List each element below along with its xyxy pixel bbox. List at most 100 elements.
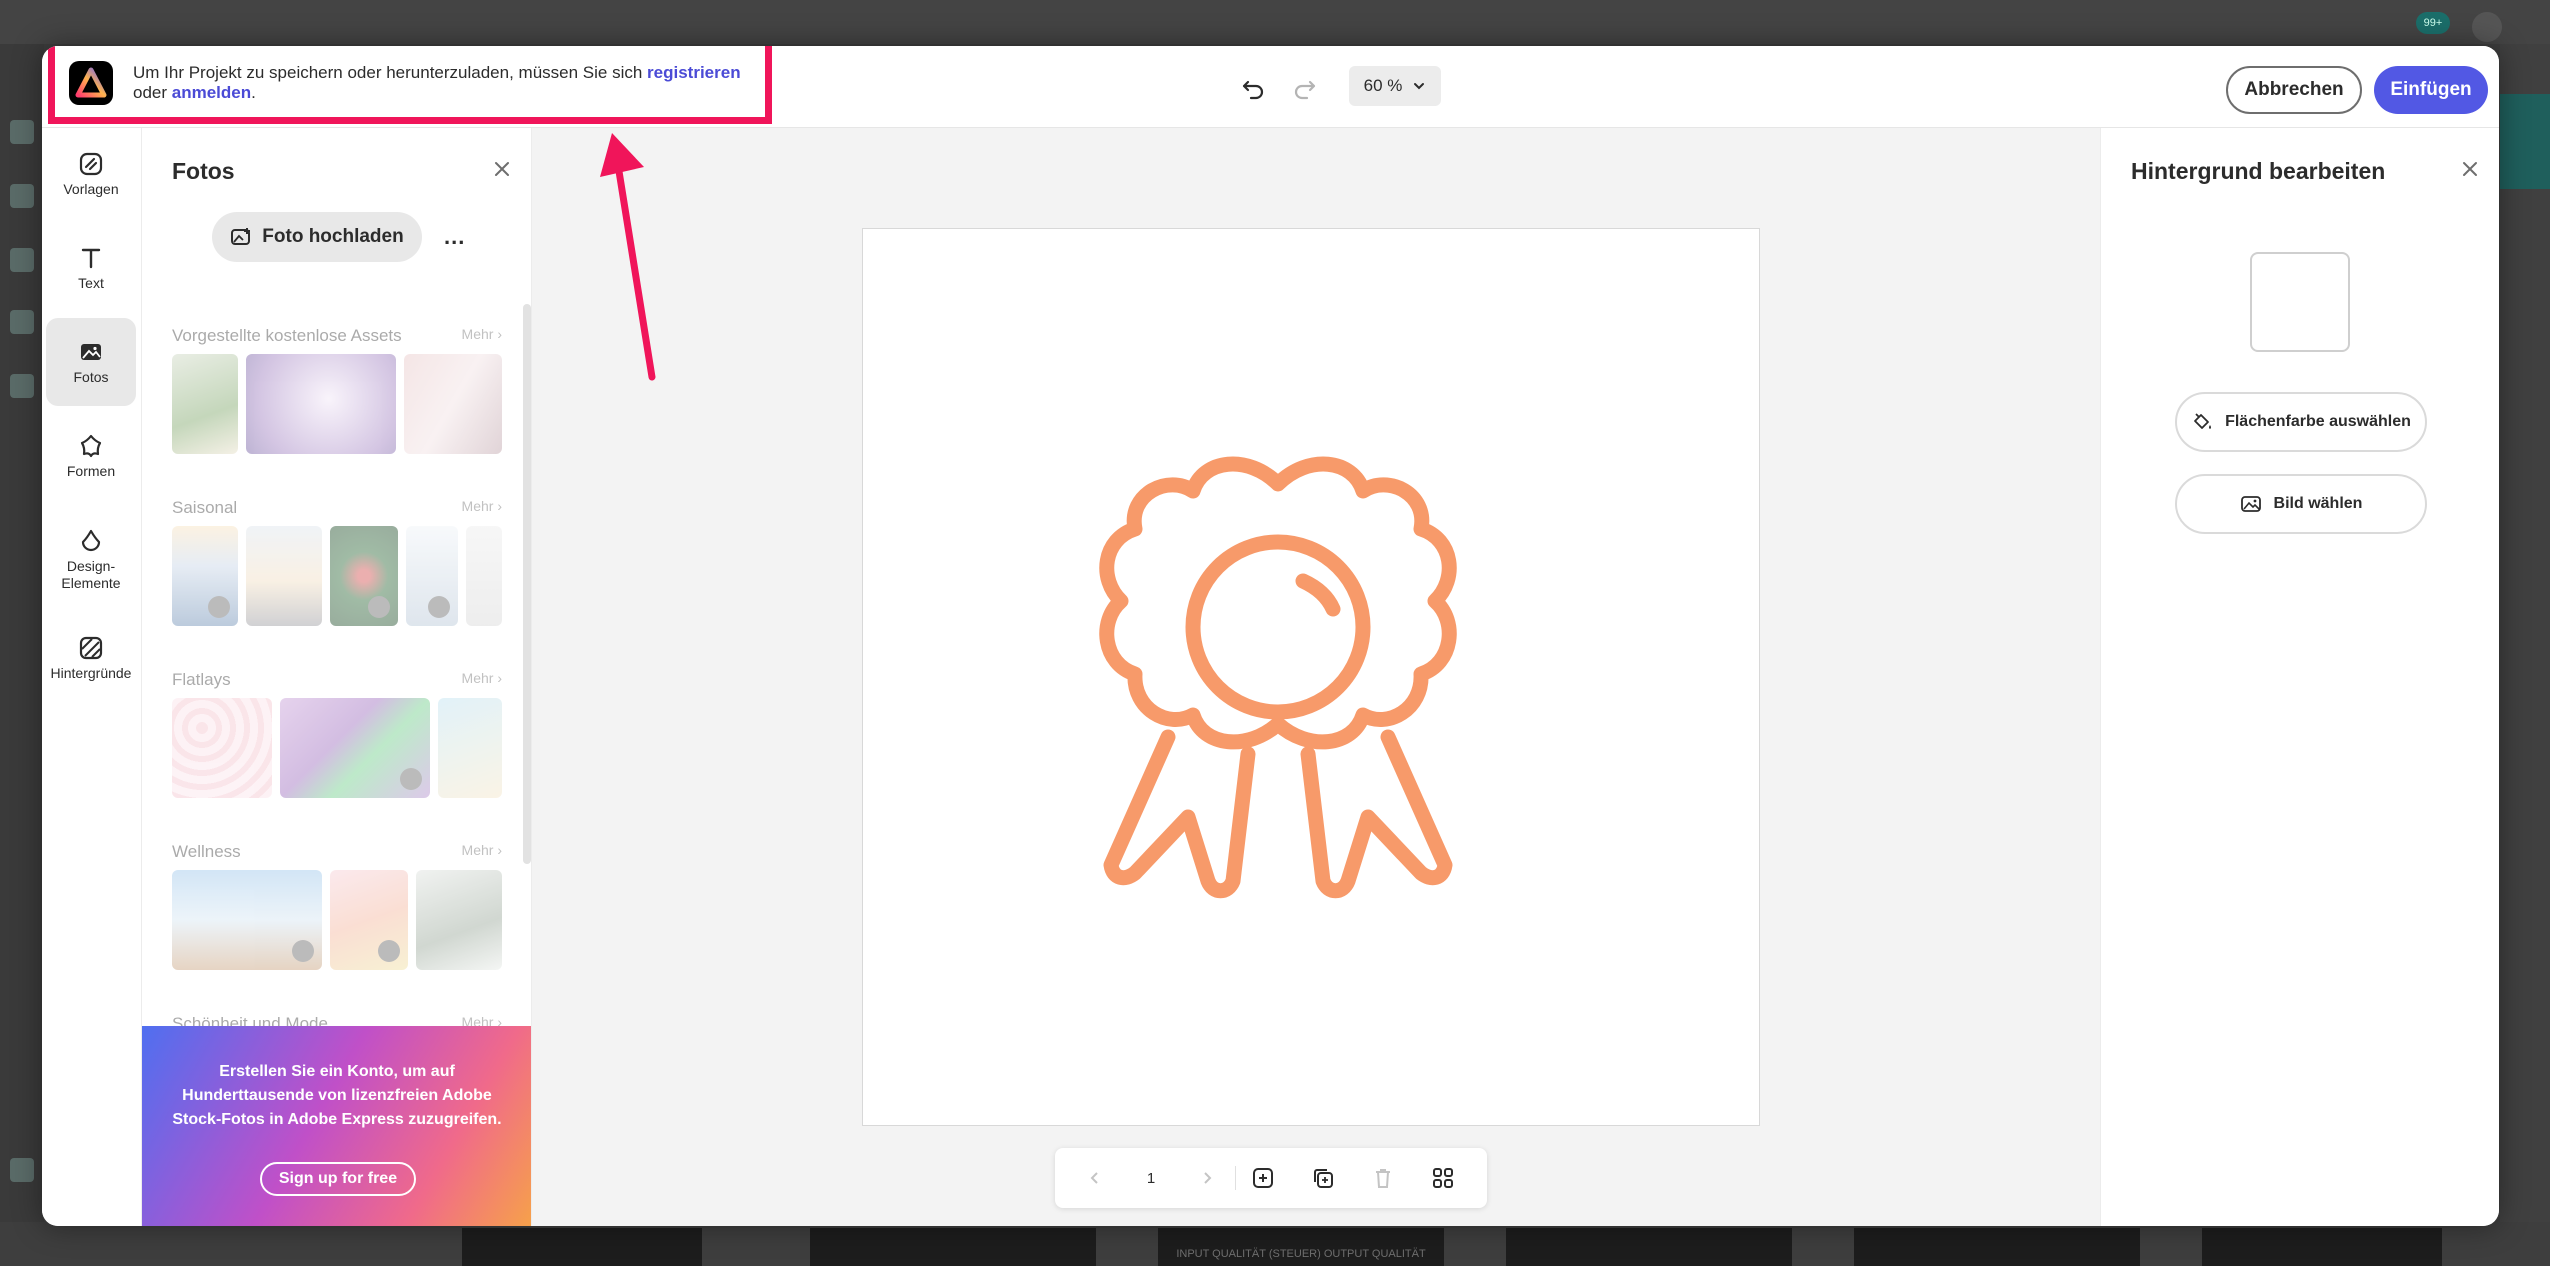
edit-background-close-button[interactable] xyxy=(2461,160,2479,183)
award-badge-graphic[interactable] xyxy=(863,229,1761,1127)
rail-item-shapes[interactable]: Formen xyxy=(46,412,136,500)
register-link[interactable]: registrieren xyxy=(647,63,741,82)
editor-top-bar: Um Ihr Projekt zu speichern oder herunte… xyxy=(42,46,2499,128)
rail-item-design-elements[interactable]: Design-Elemente xyxy=(46,510,136,610)
photo-thumbnail[interactable] xyxy=(438,698,502,798)
rail-item-text[interactable]: Text xyxy=(46,224,136,312)
upload-photo-label: Foto hochladen xyxy=(262,226,404,247)
premium-crown-icon xyxy=(292,940,314,962)
photos-panel-scrollbar[interactable] xyxy=(523,304,531,864)
signup-notice-text: Um Ihr Projekt zu speichern oder herunte… xyxy=(133,63,763,103)
background-share-icon xyxy=(10,374,34,398)
zoom-value: 60 % xyxy=(1363,76,1403,95)
rail-label-photos: Fotos xyxy=(73,368,109,385)
paint-bucket-icon xyxy=(2194,413,2212,429)
chevron-down-icon xyxy=(1414,83,1425,90)
premium-crown-icon xyxy=(368,596,390,618)
sign-up-button[interactable]: Sign up for free xyxy=(260,1162,416,1196)
login-link[interactable]: anmelden xyxy=(172,83,251,102)
rail-item-backgrounds[interactable]: Hintergründe xyxy=(46,614,136,702)
background-home-icon xyxy=(10,120,34,144)
photo-thumbnail[interactable] xyxy=(280,698,430,798)
background-folder-icon xyxy=(10,184,34,208)
left-rail: Vorlagen Text Fotos Formen Design-Elemen… xyxy=(42,128,142,1226)
background-chart-icon xyxy=(10,310,34,334)
choose-image-button[interactable]: Bild wählen xyxy=(2175,474,2427,534)
undo-button[interactable] xyxy=(1239,74,1269,104)
background-avatar xyxy=(2472,12,2502,42)
background-thumbnail xyxy=(1854,1228,2140,1266)
cancel-button[interactable]: Abbrechen xyxy=(2226,66,2362,114)
section-flatlays: Flatlays Mehr › xyxy=(172,670,502,798)
choose-fill-color-label: Flächenfarbe auswählen xyxy=(2225,413,2411,430)
section-more-link[interactable]: Mehr › xyxy=(462,326,502,346)
photo-thumbnail[interactable] xyxy=(172,354,238,454)
background-color-swatch[interactable] xyxy=(2250,252,2350,352)
duplicate-page-button[interactable] xyxy=(1307,1162,1339,1194)
photo-thumbnail[interactable] xyxy=(172,698,272,798)
text-icon xyxy=(81,248,101,268)
signup-promo-banner: Erstellen Sie ein Konto, um auf Hundertt… xyxy=(142,1026,531,1226)
section-title: Flatlays xyxy=(172,670,231,689)
background-thumbnail: INPUT QUALITÄT (STEUER) OUTPUT QUALITÄT xyxy=(1158,1228,1444,1266)
chevron-left-icon xyxy=(1090,1172,1098,1184)
background-app-header: 99+ xyxy=(0,0,2550,44)
section-title: Wellness xyxy=(172,842,241,861)
notice-prefix: Um Ihr Projekt zu speichern oder herunte… xyxy=(133,63,648,82)
choose-image-label: Bild wählen xyxy=(2273,495,2363,512)
undo-icon xyxy=(1242,80,1264,100)
adobe-express-logo xyxy=(69,61,113,105)
choose-fill-color-button[interactable]: Flächenfarbe auswählen xyxy=(2175,392,2427,452)
page-navigation-bar: 1 xyxy=(1055,1148,1487,1208)
photo-thumbnail[interactable] xyxy=(172,526,238,626)
section-title: Saisonal xyxy=(172,498,238,517)
rail-item-photos[interactable]: Fotos xyxy=(46,318,136,406)
rail-label-design-elements: Design-Elemente xyxy=(61,558,121,591)
background-teal-block xyxy=(2500,94,2550,189)
insert-button[interactable]: Einfügen xyxy=(2374,66,2488,114)
delete-page-button[interactable] xyxy=(1367,1162,1399,1194)
rail-label-shapes: Formen xyxy=(66,462,116,479)
photo-thumbnail[interactable] xyxy=(406,526,458,626)
photo-thumbnail[interactable] xyxy=(404,354,502,454)
artboard[interactable] xyxy=(862,228,1760,1126)
photo-thumbnail[interactable] xyxy=(246,526,322,626)
more-options-button[interactable]: ... xyxy=(444,224,465,250)
page-number: 1 xyxy=(1146,1169,1156,1187)
photos-panel-close-button[interactable] xyxy=(493,160,511,183)
background-thumbnail xyxy=(1506,1228,1792,1266)
prev-page-button[interactable] xyxy=(1079,1162,1111,1194)
photo-thumbnail[interactable] xyxy=(416,870,502,970)
section-more-link[interactable]: Mehr › xyxy=(462,842,502,862)
premium-crown-icon xyxy=(428,596,450,618)
chevron-right-icon xyxy=(1204,1172,1212,1184)
section-seasonal: Saisonal Mehr › xyxy=(172,498,502,626)
shapes-icon xyxy=(80,434,102,457)
section-more-link[interactable]: Mehr › xyxy=(462,670,502,690)
add-page-icon xyxy=(1253,1168,1273,1188)
photo-thumbnail[interactable] xyxy=(466,526,502,626)
upload-photo-button[interactable]: Foto hochladen xyxy=(212,212,422,262)
redo-icon xyxy=(1294,80,1316,100)
photo-thumbnail[interactable] xyxy=(330,526,398,626)
redo-button[interactable] xyxy=(1289,74,1319,104)
rail-item-templates[interactable]: Vorlagen xyxy=(46,130,136,218)
section-title: Vorgestellte kostenlose Assets xyxy=(172,326,402,345)
grid-view-button[interactable] xyxy=(1427,1162,1459,1194)
premium-crown-icon xyxy=(378,940,400,962)
background-help-icon xyxy=(10,1158,34,1182)
design-elements-icon xyxy=(81,529,101,552)
background-notification-badge: 99+ xyxy=(2416,12,2450,34)
zoom-dropdown[interactable]: 60 % xyxy=(1349,66,1441,106)
add-page-button[interactable] xyxy=(1247,1162,1279,1194)
signup-notice: Um Ihr Projekt zu speichern oder herunte… xyxy=(48,46,772,124)
next-page-button[interactable] xyxy=(1191,1162,1223,1194)
section-more-link[interactable]: Mehr › xyxy=(462,498,502,518)
divider xyxy=(1235,1166,1236,1190)
photo-thumbnail[interactable] xyxy=(330,870,408,970)
photo-thumbnail[interactable] xyxy=(172,870,322,970)
background-thumbnail-label: INPUT QUALITÄT (STEUER) OUTPUT QUALITÄT xyxy=(1176,1248,1426,1260)
photo-thumbnail[interactable] xyxy=(246,354,396,454)
background-thumbnail xyxy=(462,1228,702,1266)
edit-background-title: Hintergrund bearbeiten xyxy=(2131,158,2386,184)
